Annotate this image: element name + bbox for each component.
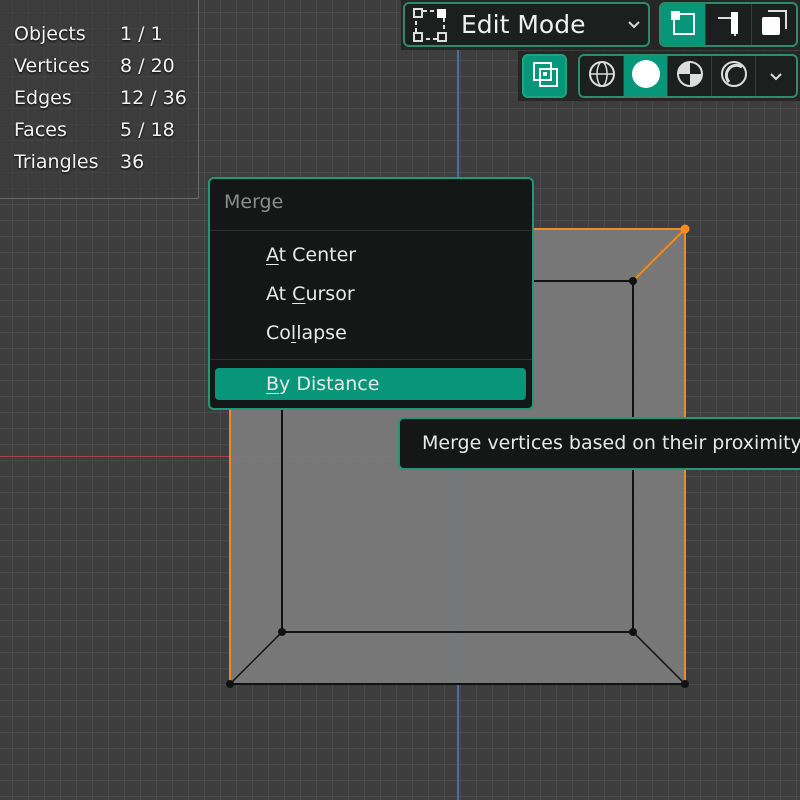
- stat-row: Vertices 8 / 20: [0, 50, 198, 82]
- menu-title: Merge: [224, 191, 284, 213]
- stat-label: Faces: [14, 119, 67, 141]
- stat-value: 36: [120, 151, 145, 173]
- edge-select-icon: [713, 8, 743, 42]
- wireframe-icon: [587, 59, 617, 93]
- wireframe-shading-button[interactable]: [580, 56, 624, 96]
- stat-label: Edges: [14, 87, 72, 109]
- stat-value: 5 / 18: [120, 119, 175, 141]
- stat-row: Edges 12 / 36: [0, 82, 198, 114]
- vertex: [278, 628, 286, 636]
- material-preview-icon: [675, 59, 705, 93]
- menu-separator: [210, 359, 532, 360]
- selected-vertex: [680, 224, 690, 234]
- select-mode-group: [659, 2, 798, 47]
- shading-mode-group: [578, 54, 798, 98]
- edit-mode-icon: [405, 4, 455, 45]
- menu-item-collapse[interactable]: Collapse: [266, 322, 347, 344]
- chevron-down-icon: [620, 14, 648, 35]
- merge-menu: Merge At Center At Cursor Collapse By Di…: [208, 177, 534, 410]
- stats-overlay: Objects 1 / 1 Vertices 8 / 20 Edges 12 / 36…: [0, 0, 199, 199]
- stat-value: 8 / 20: [120, 55, 175, 77]
- solid-icon: [630, 58, 662, 94]
- menu-item-at-center[interactable]: At Center: [266, 244, 356, 266]
- rendered-icon: [719, 59, 749, 93]
- shading-options-dropdown[interactable]: [756, 56, 796, 96]
- mode-label: Edit Mode: [461, 10, 586, 39]
- vertex: [629, 277, 637, 285]
- stat-value: 12 / 36: [120, 87, 187, 109]
- stat-label: Vertices: [14, 55, 90, 77]
- vertex-select-icon: [668, 8, 698, 42]
- solid-shading-button[interactable]: [624, 56, 668, 96]
- xray-toggle-button[interactable]: [522, 54, 567, 98]
- stat-row: Faces 5 / 18: [0, 114, 198, 146]
- stat-label: Objects: [14, 23, 86, 45]
- rendered-shading-button[interactable]: [712, 56, 756, 96]
- material-preview-button[interactable]: [668, 56, 712, 96]
- vertex-select-button[interactable]: [661, 4, 707, 45]
- edge-select-button[interactable]: [706, 4, 752, 45]
- face-select-icon: [759, 8, 789, 42]
- menu-item-by-distance[interactable]: By Distance: [215, 368, 526, 400]
- vertex: [629, 628, 637, 636]
- vertex: [226, 680, 234, 688]
- menu-item-at-cursor[interactable]: At Cursor: [266, 283, 355, 305]
- stat-row: Triangles 36: [0, 146, 198, 178]
- mode-dropdown[interactable]: Edit Mode: [403, 2, 650, 47]
- xray-toggle-icon: [531, 60, 559, 92]
- stat-row: Objects 1 / 1: [0, 18, 198, 50]
- vertex: [681, 680, 689, 688]
- menu-separator: [210, 230, 532, 231]
- face-select-button[interactable]: [752, 4, 796, 45]
- stat-label: Triangles: [14, 151, 99, 173]
- chevron-down-icon: [769, 66, 783, 87]
- tooltip: Merge vertices based on their proximity: [398, 417, 800, 470]
- stat-value: 1 / 1: [120, 23, 163, 45]
